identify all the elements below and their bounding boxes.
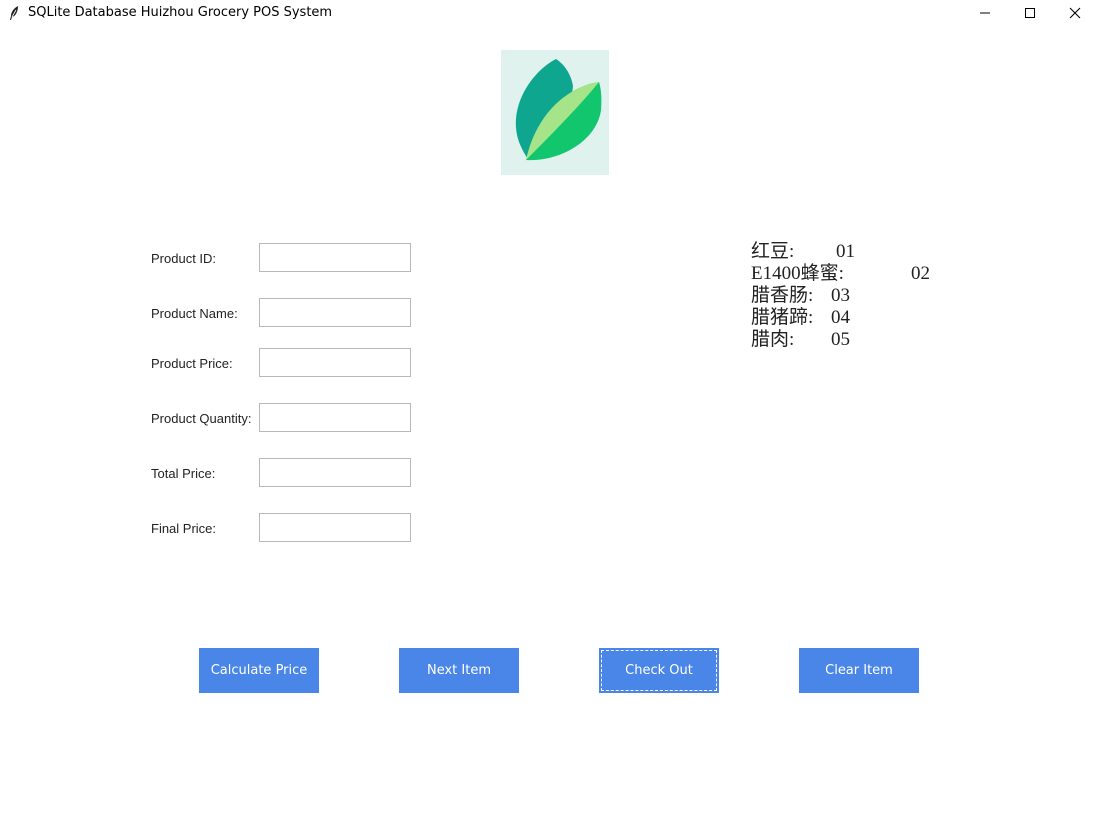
product-name-label: Product Name:: [151, 306, 238, 321]
product-code: 04: [831, 307, 850, 328]
minimize-button[interactable]: [962, 0, 1008, 26]
product-price-input[interactable]: [259, 348, 411, 377]
minimize-icon: [980, 12, 990, 14]
product-code: 01: [836, 241, 855, 262]
final-price-input[interactable]: [259, 513, 411, 542]
clear-item-button[interactable]: Clear Item: [799, 648, 919, 693]
check-out-button[interactable]: Check Out: [599, 648, 719, 693]
product-name: 腊香肠:: [751, 285, 814, 306]
product-price-label: Product Price:: [151, 356, 233, 371]
product-name: 红豆:: [751, 241, 795, 262]
total-price-label: Total Price:: [151, 466, 216, 481]
leaf-icon: [515, 59, 602, 161]
feather-icon: [8, 5, 20, 21]
product-name: 腊猪蹄:: [751, 307, 814, 328]
close-button[interactable]: [1052, 0, 1098, 26]
product-name: E1400蜂蜜:: [751, 263, 844, 284]
product-code: 03: [831, 285, 850, 306]
product-list-item: 腊肉: 05: [751, 329, 850, 417]
next-item-button[interactable]: Next Item: [399, 648, 519, 693]
maximize-icon: [1025, 8, 1035, 18]
app-window: SQLite Database Huizhou Grocery POS Syst…: [0, 0, 1098, 828]
product-quantity-input[interactable]: [259, 403, 411, 432]
product-code: 05: [831, 329, 850, 350]
product-id-label: Product ID:: [151, 251, 217, 266]
product-code: 02: [911, 263, 930, 284]
maximize-button[interactable]: [1007, 0, 1053, 26]
leaf-logo: [501, 50, 609, 175]
calculate-price-button[interactable]: Calculate Price: [199, 648, 319, 693]
product-name: 腊肉:: [751, 329, 795, 350]
total-price-input[interactable]: [259, 458, 411, 487]
final-price-label: Final Price:: [151, 521, 217, 536]
window-title: SQLite Database Huizhou Grocery POS Syst…: [28, 5, 333, 20]
title-bar[interactable]: SQLite Database Huizhou Grocery POS Syst…: [0, 0, 1098, 26]
close-icon: [1069, 7, 1081, 19]
product-id-input[interactable]: [259, 243, 411, 272]
product-name-input[interactable]: [259, 298, 411, 327]
product-quantity-label: Product Quantity:: [151, 411, 252, 426]
